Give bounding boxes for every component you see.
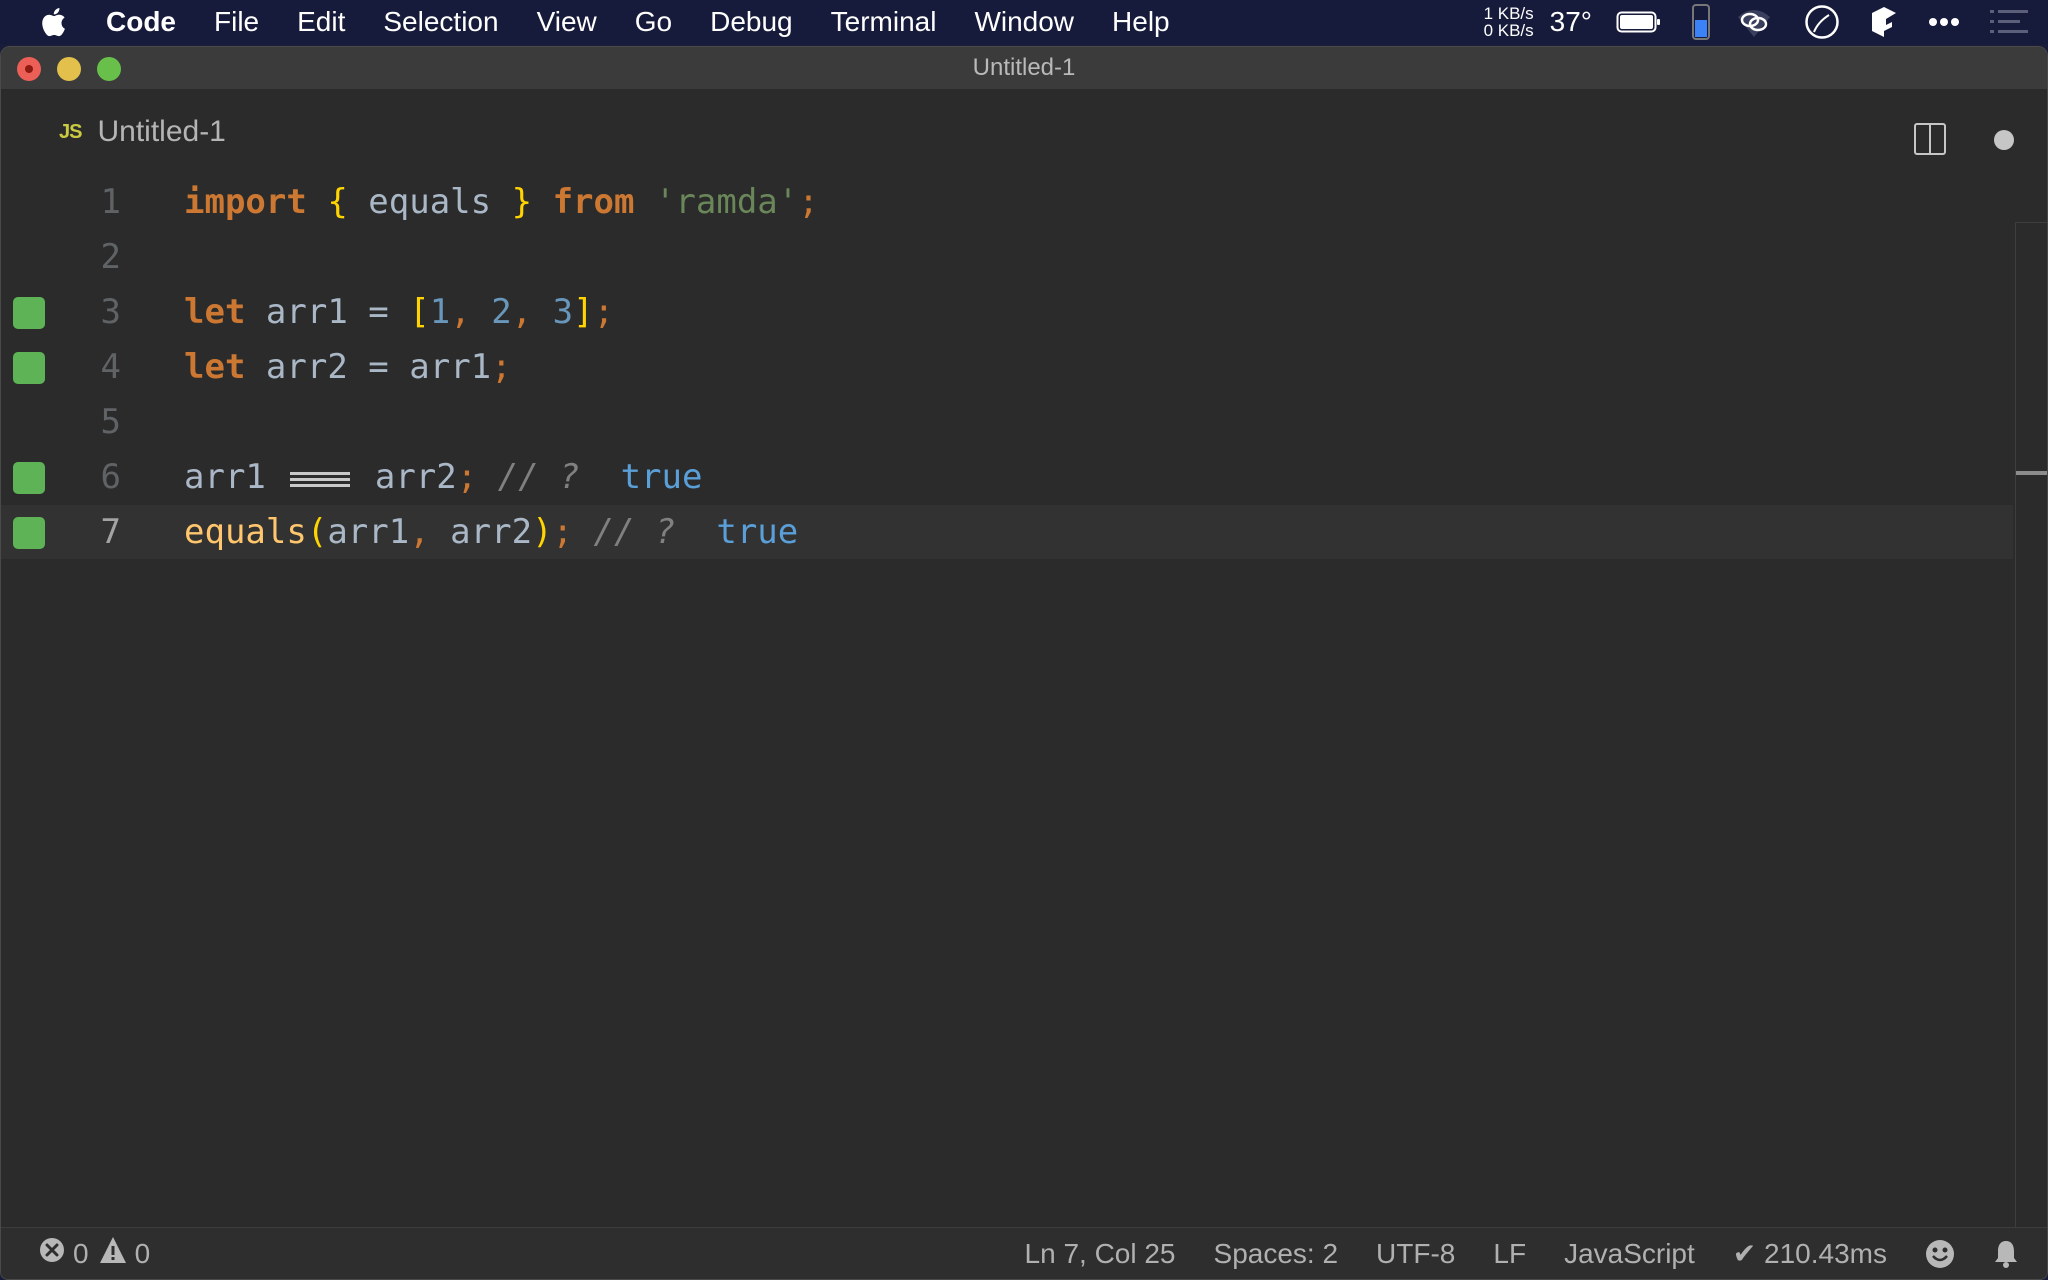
menu-window[interactable]: Window (974, 6, 1074, 38)
istat-clock-icon[interactable] (1804, 4, 1840, 40)
javascript-file-icon: JS (59, 120, 82, 143)
code-line[interactable]: 5 (1, 395, 2013, 449)
line-number: 5 (100, 402, 121, 442)
line-code: let arr2 = arr1; (184, 347, 512, 387)
unsaved-changes-dot-icon[interactable] (1994, 130, 2014, 150)
title-bar: Untitled-1 (1, 47, 2047, 89)
coverage-marker-icon (13, 352, 45, 384)
code-line[interactable]: 4 let arr2 = arr1; (1, 340, 2013, 394)
problems-indicator[interactable]: 0 0 (39, 1236, 160, 1271)
indentation-setting[interactable]: Spaces: 2 (1214, 1238, 1339, 1270)
warning-icon (99, 1236, 127, 1271)
line-number: 7 (100, 512, 121, 552)
temperature-readout[interactable]: 37° (1550, 6, 1592, 38)
line-number: 4 (100, 347, 121, 387)
battery-icon[interactable] (1616, 10, 1662, 34)
coverage-marker-icon (13, 297, 45, 329)
split-editor-icon[interactable] (1914, 123, 1946, 155)
feedback-smiley-icon[interactable] (1925, 1239, 1955, 1269)
memory-gauge-icon[interactable] (1692, 4, 1710, 40)
menu-file[interactable]: File (214, 6, 259, 38)
warning-count: 0 (134, 1237, 151, 1269)
line-number: 2 (100, 237, 121, 277)
quokka-run-time[interactable]: ✔ 210.43ms (1733, 1237, 1887, 1270)
status-bar: 0 0 Ln 7, Col 25 Spaces: 2 UTF-8 LF Java… (1, 1227, 2047, 1279)
line-code: import { equals } from 'ramda'; (184, 182, 819, 222)
code-line[interactable]: 1 import { equals } from 'ramda'; (1, 175, 2013, 229)
menu-selection[interactable]: Selection (383, 6, 498, 38)
tab-label: Untitled-1 (97, 115, 226, 148)
cursor-position[interactable]: Ln 7, Col 25 (1025, 1238, 1176, 1270)
strict-equality-ligature (290, 469, 351, 489)
menu-app-code[interactable]: Code (106, 6, 176, 38)
macos-menu-bar: Code File Edit Selection View Go Debug T… (0, 0, 2048, 44)
line-code: let arr1 = [1, 2, 3]; (184, 292, 615, 332)
coverage-marker-icon (13, 462, 45, 494)
file-encoding[interactable]: UTF-8 (1376, 1238, 1455, 1270)
menu-bar-extras: 1 KB/s 0 KB/s 37° (1484, 0, 2048, 44)
code-line[interactable]: 6 arr1 arr2; // ? true (1, 450, 2013, 504)
list-icon[interactable] (1990, 9, 2028, 35)
minimize-window-button[interactable] (57, 57, 81, 81)
menu-debug[interactable]: Debug (710, 6, 793, 38)
line-number: 6 (100, 457, 121, 497)
editor-tab-bar: JS Untitled-1 (1, 89, 2047, 175)
line-number: 3 (100, 292, 121, 332)
line-code: arr1 arr2; // ? true (184, 457, 703, 497)
error-icon (39, 1237, 65, 1270)
language-mode[interactable]: JavaScript (1564, 1238, 1695, 1270)
menu-edit[interactable]: Edit (297, 6, 345, 38)
box-icon[interactable] (1870, 5, 1898, 39)
tab-untitled-1[interactable]: JS Untitled-1 (59, 115, 226, 149)
more-icon[interactable] (1928, 17, 1960, 27)
coverage-marker-icon (13, 517, 45, 549)
code-editor[interactable]: 1 import { equals } from 'ramda'; 2 3 le… (1, 175, 2047, 1273)
line-number: 1 (100, 182, 121, 222)
code-line[interactable]: 3 let arr1 = [1, 2, 3]; (1, 285, 2013, 339)
overview-ruler-scrollbar[interactable] (2015, 222, 2047, 1274)
menu-help[interactable]: Help (1112, 6, 1170, 38)
menu-go[interactable]: Go (635, 6, 672, 38)
line-code: equals(arr1, arr2); // ? true (184, 512, 799, 552)
maximize-window-button[interactable] (97, 57, 121, 81)
window-title: Untitled-1 (972, 54, 1076, 81)
code-line-current[interactable]: 7 equals(arr1, arr2); // ? true (1, 505, 2013, 559)
window-controls (17, 57, 121, 81)
network-download-speed: 0 KB/s (1483, 21, 1534, 40)
notifications-bell-icon[interactable] (1993, 1239, 2019, 1269)
apple-icon[interactable] (40, 7, 70, 37)
vscode-window: Untitled-1 JS Untitled-1 1 import { equa… (0, 46, 2048, 1280)
network-upload-speed: 1 KB/s (1483, 4, 1534, 23)
end-of-line-sequence[interactable]: LF (1493, 1238, 1526, 1270)
inline-result: true (716, 512, 799, 552)
code-line[interactable]: 2 (1, 230, 2013, 284)
error-count: 0 (73, 1237, 89, 1269)
menu-view[interactable]: View (537, 6, 597, 38)
menu-terminal[interactable]: Terminal (831, 6, 937, 38)
inline-result: true (620, 457, 703, 497)
close-window-button[interactable] (17, 57, 41, 81)
cursor-position-marker (2016, 471, 2047, 475)
network-speed[interactable]: 1 KB/s 0 KB/s (1484, 5, 1534, 39)
creative-cloud-icon[interactable] (1734, 7, 1774, 37)
